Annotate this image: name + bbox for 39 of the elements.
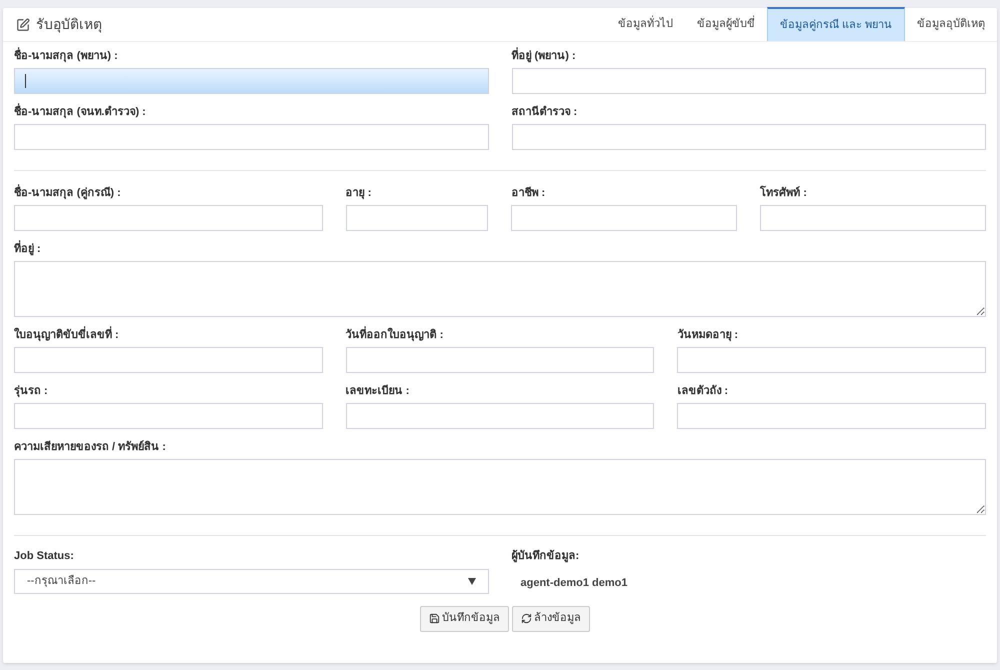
input-field[interactable] <box>14 205 323 231</box>
refresh-icon <box>521 613 532 624</box>
reset-button[interactable]: ล้างข้อมูล <box>512 606 590 632</box>
input-field[interactable] <box>14 68 488 94</box>
recorder-name: agent-demo1 demo1 <box>520 576 628 590</box>
input-field[interactable] <box>346 347 654 373</box>
dropdown-caret-icon <box>468 578 476 584</box>
tab[interactable]: ข้อมูลทั่วไป <box>606 7 685 41</box>
edit-icon <box>16 18 30 32</box>
page-title: รับอุบัติเหตุ <box>36 15 102 35</box>
field-label: Job Status: <box>14 549 75 564</box>
input-field[interactable] <box>346 403 654 429</box>
input-field[interactable] <box>677 347 986 373</box>
input-field[interactable] <box>760 205 986 231</box>
save-button[interactable]: บันทึกข้อมูล <box>420 606 509 632</box>
status-select[interactable]: --กรุณาเลือก-- <box>14 568 488 594</box>
tab[interactable]: ข้อมูลอุบัติเหตุ <box>905 7 997 41</box>
field-label: วันหมดอายุ : <box>677 329 740 341</box>
field-label: รุ่นรถ : <box>14 385 49 397</box>
input-field[interactable] <box>14 403 323 429</box>
field-label: สถานีตำรวจ : <box>512 106 578 118</box>
input-field[interactable] <box>512 68 986 94</box>
field-label: เลขตัวถัง : <box>677 385 730 397</box>
field-label: อาชีพ : <box>511 187 546 199</box>
tab[interactable]: ข้อมูลคู่กรณี และ พยาน <box>766 7 905 41</box>
field-label: ผู้บันทึกข้อมูล: <box>512 548 580 564</box>
tab[interactable]: ข้อมูลผู้ขับขี่ <box>684 7 767 41</box>
field-label: โทรศัพท์ : <box>760 187 808 199</box>
input-field[interactable] <box>511 205 738 231</box>
input-field[interactable] <box>512 124 986 150</box>
field-label: เลขทะเบียน : <box>346 385 410 397</box>
field-label: ความเสียหายของรถ / ทรัพย์สิน : <box>14 441 167 453</box>
text-area[interactable] <box>14 459 986 515</box>
input-field[interactable] <box>677 403 986 429</box>
input-field[interactable] <box>14 347 323 373</box>
input-field[interactable] <box>14 124 488 150</box>
text-area[interactable] <box>14 261 986 317</box>
input-field[interactable] <box>346 205 488 231</box>
field-label: อายุ : <box>346 187 372 199</box>
